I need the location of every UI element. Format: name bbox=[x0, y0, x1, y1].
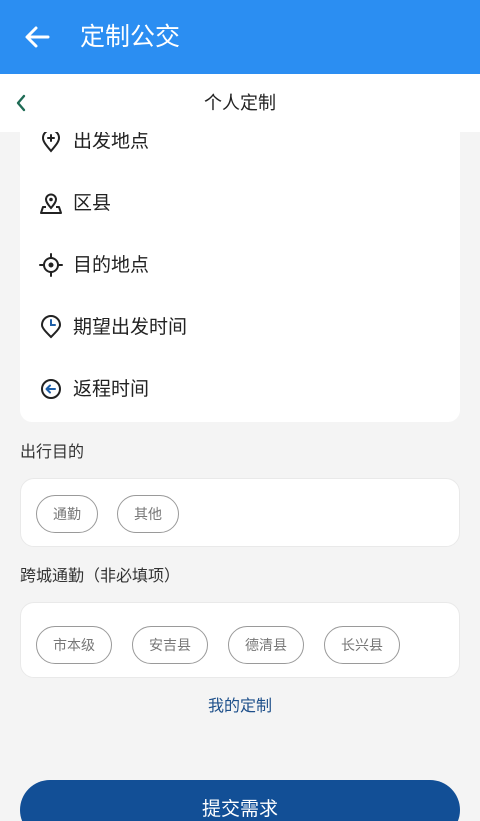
region-chip-deqing[interactable]: 德清县 bbox=[228, 626, 304, 664]
destination-row[interactable]: 目的地点 bbox=[20, 234, 460, 296]
cross-city-options-card: 市本级 安吉县 德清县 长兴县 bbox=[20, 602, 460, 678]
region-chip-anji[interactable]: 安吉县 bbox=[132, 626, 208, 664]
purpose-chip-commute[interactable]: 通勤 bbox=[36, 495, 98, 533]
page-title: 个人定制 bbox=[204, 93, 276, 114]
purpose-chip-other[interactable]: 其他 bbox=[117, 495, 179, 533]
departure-location-label: 出发地点 bbox=[73, 132, 150, 152]
district-row[interactable]: 区县 bbox=[20, 172, 460, 234]
region-chip-changxing[interactable]: 长兴县 bbox=[324, 626, 400, 664]
destination-label: 目的地点 bbox=[73, 254, 150, 276]
return-arrow-icon bbox=[38, 376, 64, 402]
map-pin-icon bbox=[38, 190, 64, 216]
return-time-row[interactable]: 返程时间 bbox=[20, 358, 460, 420]
sub-header: 个人定制 bbox=[0, 74, 480, 132]
trip-form-card: 出发地点 区县 目的地点 期望出发时间 返程时间 bbox=[20, 132, 460, 422]
return-time-label: 返程时间 bbox=[73, 378, 150, 400]
purpose-options-card: 通勤 其他 bbox=[20, 478, 460, 547]
crosshair-icon bbox=[38, 252, 64, 278]
departure-time-row[interactable]: 期望出发时间 bbox=[20, 296, 460, 358]
district-label: 区县 bbox=[73, 192, 112, 214]
clock-icon bbox=[38, 314, 64, 340]
arrow-left-icon bbox=[25, 26, 50, 48]
cross-city-section-title: 跨城通勤（非必填项） bbox=[20, 566, 181, 585]
back-button[interactable] bbox=[22, 22, 52, 52]
app-bar: 定制公交 bbox=[0, 0, 480, 74]
my-custom-link[interactable]: 我的定制 bbox=[0, 694, 480, 718]
region-chip-city[interactable]: 市本级 bbox=[36, 626, 112, 664]
purpose-section-title: 出行目的 bbox=[20, 442, 85, 461]
departure-time-label: 期望出发时间 bbox=[73, 316, 188, 338]
departure-location-row[interactable]: 出发地点 bbox=[20, 132, 460, 172]
location-pin-plus-icon bbox=[38, 132, 64, 154]
submit-button[interactable]: 提交需求 bbox=[20, 780, 460, 821]
app-title: 定制公交 bbox=[80, 22, 181, 51]
submit-button-label: 提交需求 bbox=[201, 798, 278, 820]
